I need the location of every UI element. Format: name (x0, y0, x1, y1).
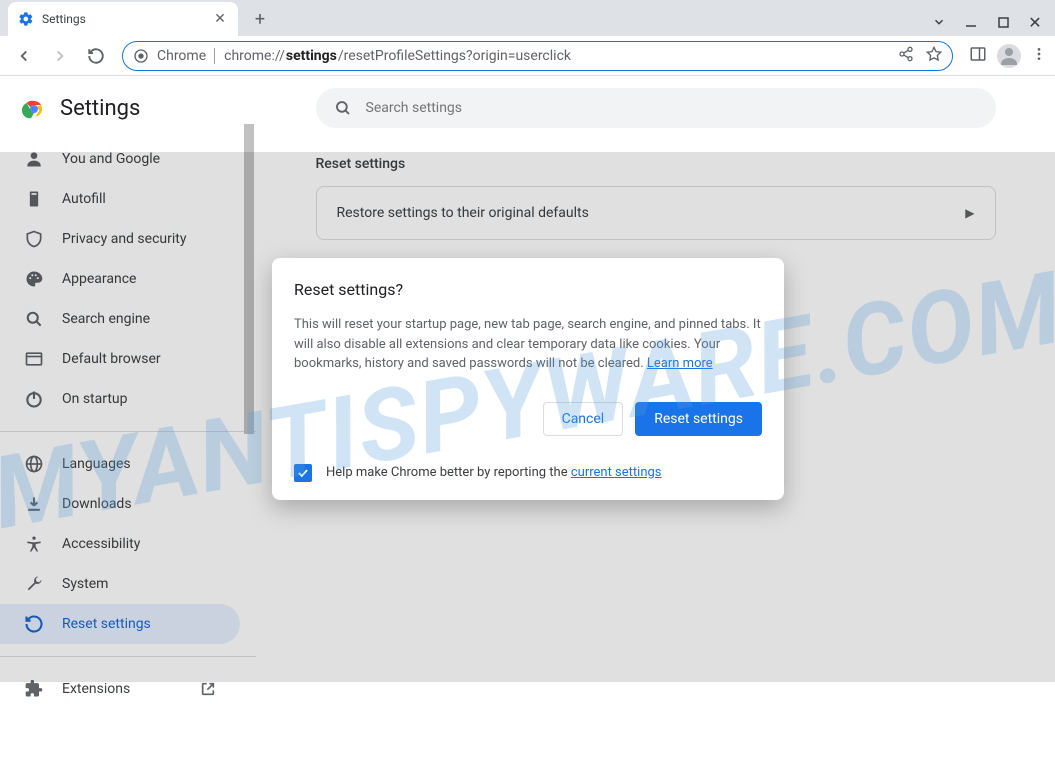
reload-button[interactable] (80, 40, 112, 72)
side-panel-icon[interactable] (969, 45, 987, 67)
new-tab-button[interactable]: + (246, 5, 274, 33)
settings-search-input[interactable] (366, 100, 978, 116)
share-icon[interactable] (898, 46, 914, 66)
chevron-down-icon[interactable] (931, 14, 947, 30)
window-controls: ✕ (931, 14, 1055, 36)
cancel-button[interactable]: Cancel (543, 402, 624, 436)
profile-avatar[interactable] (997, 44, 1021, 68)
dialog-body: This will reset your startup page, new t… (294, 315, 762, 374)
settings-gear-icon (18, 11, 34, 27)
settings-search[interactable] (316, 88, 996, 128)
window-titlebar: Settings ✕ + ✕ (0, 0, 1055, 36)
address-bar[interactable]: Chrome chrome://settings/resetProfileSet… (122, 41, 953, 71)
reset-settings-button[interactable]: Reset settings (635, 402, 762, 436)
menu-icon[interactable] (1031, 46, 1047, 66)
dialog-title: Reset settings? (294, 280, 762, 299)
maximize-icon[interactable] (995, 14, 1011, 30)
close-icon[interactable]: ✕ (1027, 14, 1043, 30)
footer-text: Help make Chrome better by reporting the… (326, 465, 662, 480)
sidebar-title: Settings (60, 96, 140, 121)
tab-title: Settings (42, 12, 204, 26)
tab-close-icon[interactable]: ✕ (212, 11, 228, 27)
external-link-icon (200, 681, 216, 697)
sidebar-item-label: Extensions (62, 681, 130, 697)
url-text: Chrome chrome://settings/resetProfileSet… (157, 48, 571, 64)
back-button[interactable] (8, 40, 40, 72)
forward-button[interactable] (44, 40, 76, 72)
minimize-icon[interactable] (963, 14, 979, 30)
reset-settings-dialog: Reset settings? This will reset your sta… (272, 258, 784, 500)
site-info-icon[interactable] (133, 48, 149, 64)
chrome-logo-icon (22, 97, 46, 121)
report-checkbox[interactable] (294, 464, 312, 482)
extension-icon (24, 679, 44, 699)
browser-tab[interactable]: Settings ✕ (8, 2, 238, 36)
browser-toolbar: Chrome chrome://settings/resetProfileSet… (0, 36, 1055, 76)
learn-more-link[interactable]: Learn more (647, 356, 713, 371)
bookmark-icon[interactable] (926, 46, 942, 66)
search-icon (334, 99, 352, 117)
current-settings-link[interactable]: current settings (571, 465, 662, 480)
